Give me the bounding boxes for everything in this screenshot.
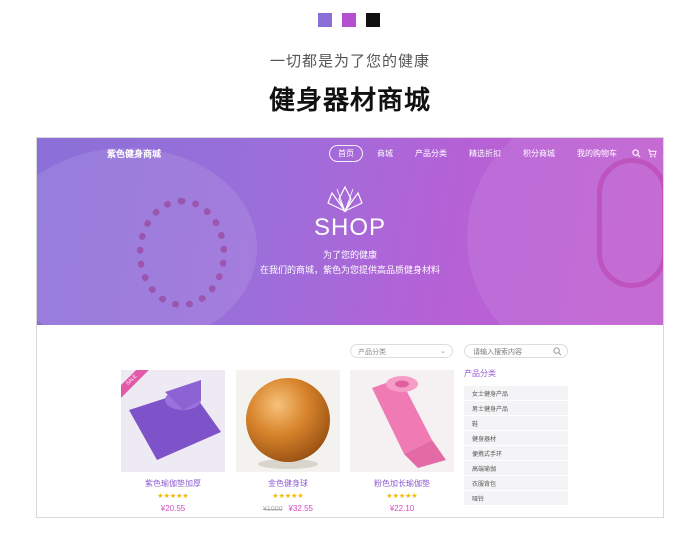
nav-item-shop[interactable]: 商城 bbox=[369, 146, 401, 161]
swatch-purple bbox=[318, 13, 332, 27]
product-name[interactable]: 粉色加长瑜伽垫 bbox=[350, 478, 454, 489]
category-select-value: 产品分类 bbox=[358, 349, 386, 356]
site-preview: 紫色健身商城 首页 商城 产品分类 精选折扣 积分商城 我的购物车 SHOP 为… bbox=[36, 137, 664, 518]
category-item[interactable]: 鞋 bbox=[464, 416, 568, 430]
pink-yoga-mat-image bbox=[350, 370, 454, 472]
cart-icon[interactable] bbox=[647, 149, 657, 159]
product-card[interactable]: 粉色加长瑜伽垫 ★★★★★ ¥22.10 bbox=[350, 370, 454, 513]
nav-item-categories[interactable]: 产品分类 bbox=[407, 146, 455, 161]
price-value: ¥22.10 bbox=[389, 504, 415, 513]
category-item[interactable]: 衣服背包 bbox=[464, 476, 568, 490]
product-image[interactable] bbox=[236, 370, 340, 472]
price-value: ¥20.55 bbox=[160, 504, 186, 513]
nav-item-home[interactable]: 首页 bbox=[329, 145, 363, 162]
product-image[interactable] bbox=[350, 370, 454, 472]
hero-heading: SHOP bbox=[313, 214, 386, 241]
category-item[interactable]: 女士健身产品 bbox=[464, 386, 568, 400]
rating-stars: ★★★★★ bbox=[386, 493, 418, 500]
product-card[interactable]: 金色健身球 ★★★★★ ¥1000 ¥32.55 bbox=[236, 370, 340, 513]
category-item[interactable]: 便携式手环 bbox=[464, 446, 568, 460]
hero-tagline: 为了您的健康 bbox=[322, 250, 377, 260]
search-input[interactable]: 请输入搜索内容 bbox=[464, 344, 568, 358]
chevron-down-icon: ⌄ bbox=[440, 348, 446, 355]
nav-item-points[interactable]: 积分商城 bbox=[515, 146, 563, 161]
category-select[interactable]: 产品分类 ⌄ bbox=[350, 344, 453, 358]
category-sidebar-title: 产品分类 bbox=[464, 369, 496, 378]
rating-stars: ★★★★★ bbox=[272, 493, 304, 500]
hero-description: 在我们的商城，紫色为您提供高品质健身材料 bbox=[259, 265, 440, 275]
lotus-logo-icon bbox=[327, 185, 363, 213]
product-price: ¥22.10 bbox=[350, 504, 454, 513]
rating-stars: ★★★★★ bbox=[157, 493, 189, 500]
category-item[interactable]: 健身器材 bbox=[464, 431, 568, 445]
product-image[interactable]: SALE bbox=[121, 370, 225, 472]
gold-fitness-ball-image bbox=[236, 370, 340, 472]
category-item[interactable]: 哑铃 bbox=[464, 491, 568, 505]
color-swatches bbox=[318, 13, 380, 27]
price-value: ¥32.55 bbox=[288, 504, 313, 513]
product-card[interactable]: SALE 紫色瑜伽垫加厚 ★★★★★ ¥20.55 bbox=[121, 370, 225, 513]
category-item[interactable]: 高端瑜伽 bbox=[464, 461, 568, 475]
original-price: ¥1000 bbox=[263, 506, 283, 513]
nav-item-cart[interactable]: 我的购物车 bbox=[569, 146, 625, 161]
search-placeholder: 请输入搜索内容 bbox=[473, 349, 522, 356]
page-title: 健身器材商城 bbox=[268, 85, 431, 115]
page-subtitle: 一切都是为了您的健康 bbox=[269, 53, 430, 70]
product-price: ¥20.55 bbox=[121, 504, 225, 513]
nav-item-discounts[interactable]: 精选折扣 bbox=[461, 146, 509, 161]
swatch-black bbox=[366, 13, 380, 27]
purple-yoga-mat-image bbox=[121, 370, 225, 472]
category-list: 女士健身产品 男士健身产品 鞋 健身器材 便携式手环 高端瑜伽 衣服背包 哑铃 bbox=[464, 386, 568, 506]
category-item[interactable]: 男士健身产品 bbox=[464, 401, 568, 415]
search-icon[interactable] bbox=[553, 347, 562, 356]
product-name[interactable]: 金色健身球 bbox=[236, 478, 340, 489]
product-name[interactable]: 紫色瑜伽垫加厚 bbox=[121, 478, 225, 489]
swatch-magenta bbox=[342, 13, 356, 27]
product-price: ¥1000 ¥32.55 bbox=[236, 504, 340, 513]
hero-banner: 紫色健身商城 首页 商城 产品分类 精选折扣 积分商城 我的购物车 SHOP 为… bbox=[37, 138, 663, 325]
main-nav: 首页 商城 产品分类 精选折扣 积分商城 我的购物车 bbox=[329, 145, 663, 162]
site-brand[interactable]: 紫色健身商城 bbox=[107, 147, 161, 160]
search-icon[interactable] bbox=[631, 149, 641, 159]
